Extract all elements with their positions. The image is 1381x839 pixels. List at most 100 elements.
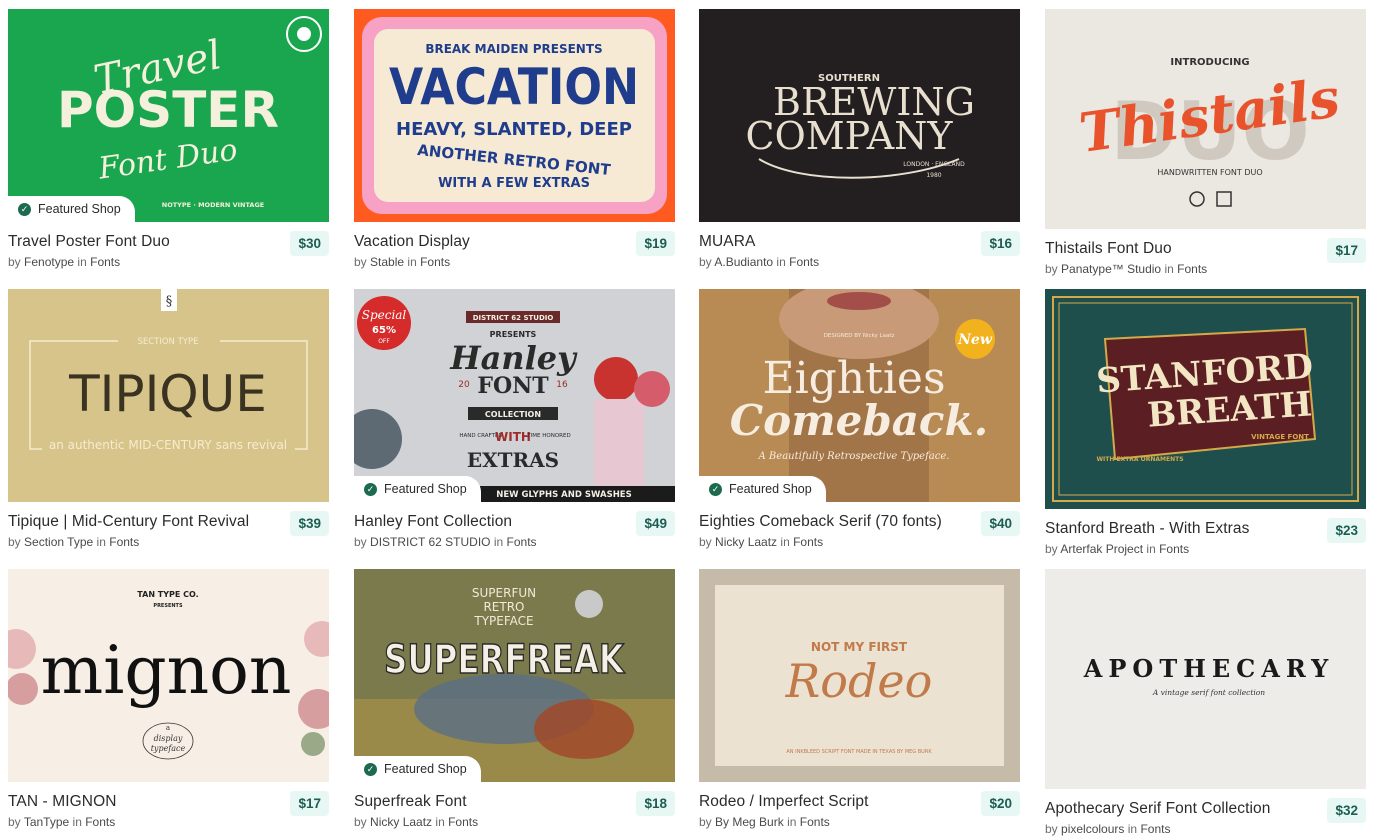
- svg-text:NOT MY FIRST: NOT MY FIRST: [811, 640, 908, 654]
- product-title[interactable]: Travel Poster Font Duo: [8, 233, 170, 251]
- category-link[interactable]: Fonts: [789, 255, 819, 269]
- svg-text:RETRO: RETRO: [483, 600, 524, 614]
- product-thumbnail[interactable]: APOTHECARY A vintage serif font collecti…: [1045, 569, 1366, 789]
- author-link[interactable]: Nicky Laatz: [715, 535, 777, 549]
- muara-artwork: SOUTHERN BREWING COMPANY LONDON · ENGLAN…: [699, 9, 1020, 222]
- product-card[interactable]: NOT MY FIRST Rodeo AN INKBLEED SCRIPT FO…: [699, 569, 1020, 829]
- svg-text:OFF: OFF: [378, 338, 390, 345]
- author-link[interactable]: DISTRICT 62 STUDIO: [370, 535, 490, 549]
- category-link[interactable]: Fonts: [1140, 822, 1170, 836]
- product-byline: by TanType in Fonts: [8, 815, 116, 829]
- hanley-artwork: Special 65% OFF DISTRICT 62 STUDIO PRESE…: [354, 289, 675, 502]
- featured-shop-badge: ✓ Featured Shop: [699, 476, 826, 502]
- product-thumbnail[interactable]: DUO INTRODUCING Thistails HANDWRITTEN FO…: [1045, 9, 1366, 229]
- category-link[interactable]: Fonts: [90, 255, 120, 269]
- author-link[interactable]: By Meg Burk: [715, 815, 784, 829]
- product-byline: by A.Budianto in Fonts: [699, 255, 820, 269]
- price-tag: $49: [636, 511, 675, 536]
- svg-text:AN INKBLEED SCRIPT FONT MADE I: AN INKBLEED SCRIPT FONT MADE IN TEXAS BY…: [786, 749, 932, 755]
- product-thumbnail[interactable]: § SECTION TYPE TIPIQUE an authentic MID-…: [8, 289, 329, 502]
- product-thumbnail[interactable]: STANFORD BREATH VINTAGE FONT WITH EXTRA …: [1045, 289, 1366, 509]
- svg-text:VACATION: VACATION: [389, 58, 639, 116]
- category-link[interactable]: Fonts: [793, 535, 823, 549]
- product-byline: by By Meg Burk in Fonts: [699, 815, 830, 829]
- author-link[interactable]: Arterfak Project: [1060, 542, 1143, 556]
- product-card[interactable]: APOTHECARY A vintage serif font collecti…: [1045, 569, 1366, 836]
- product-card[interactable]: STANFORD BREATH VINTAGE FONT WITH EXTRA …: [1045, 289, 1366, 556]
- product-title[interactable]: Stanford Breath - With Extras: [1045, 520, 1249, 538]
- product-title[interactable]: Hanley Font Collection: [354, 513, 512, 531]
- product-thumbnail[interactable]: Special 65% OFF DISTRICT 62 STUDIO PRESE…: [354, 289, 675, 502]
- product-thumbnail[interactable]: NOT MY FIRST Rodeo AN INKBLEED SCRIPT FO…: [699, 569, 1020, 782]
- product-card[interactable]: Travel POSTER Font Duo NOTYPE · MODERN V…: [8, 9, 329, 269]
- product-title[interactable]: Tipique | Mid-Century Font Revival: [8, 513, 249, 531]
- product-byline: by Section Type in Fonts: [8, 535, 140, 549]
- author-link[interactable]: A.Budianto: [714, 255, 773, 269]
- product-title[interactable]: MUARA: [699, 233, 755, 251]
- product-card[interactable]: SUPERFUN RETRO TYPEFACE SUPERFREAK ✓ Feat…: [354, 569, 675, 829]
- product-thumbnail[interactable]: TAN TYPE CO. PRESENTS mignon a display t…: [8, 569, 329, 782]
- product-card[interactable]: SOUTHERN BREWING COMPANY LONDON · ENGLAN…: [699, 9, 1020, 269]
- product-byline: by Nicky Laatz in Fonts: [699, 535, 824, 549]
- product-title[interactable]: Vacation Display: [354, 233, 470, 251]
- svg-text:TIPIQUE: TIPIQUE: [68, 365, 267, 423]
- price-tag: $19: [636, 231, 675, 256]
- price-tag: $17: [1327, 238, 1366, 263]
- product-title[interactable]: Apothecary Serif Font Collection: [1045, 800, 1270, 818]
- product-byline: by Arterfak Project in Fonts: [1045, 542, 1190, 556]
- category-link[interactable]: Fonts: [1159, 542, 1189, 556]
- svg-text:New: New: [957, 332, 993, 348]
- product-title[interactable]: Thistails Font Duo: [1045, 240, 1172, 258]
- product-title[interactable]: Eighties Comeback Serif (70 fonts): [699, 513, 942, 531]
- product-title[interactable]: Rodeo / Imperfect Script: [699, 793, 869, 811]
- svg-text:typeface: typeface: [151, 744, 186, 753]
- product-card[interactable]: DESIGNED BY Nicky Laatz New Eighties Com…: [699, 289, 1020, 549]
- product-card[interactable]: § SECTION TYPE TIPIQUE an authentic MID-…: [8, 289, 329, 549]
- price-tag: $23: [1327, 518, 1366, 543]
- product-card[interactable]: Special 65% OFF DISTRICT 62 STUDIO PRESE…: [354, 289, 675, 549]
- svg-text:LONDON · ENGLAND: LONDON · ENGLAND: [903, 161, 965, 168]
- svg-text:16: 16: [556, 380, 568, 390]
- author-link[interactable]: Nicky Laatz: [370, 815, 432, 829]
- product-thumbnail[interactable]: BREAK MAIDEN PRESENTS VACATION HEAVY, SL…: [354, 9, 675, 222]
- category-link[interactable]: Fonts: [85, 815, 115, 829]
- category-link[interactable]: Fonts: [1177, 262, 1207, 276]
- product-title[interactable]: Superfreak Font: [354, 793, 467, 811]
- svg-text:SUPERFUN: SUPERFUN: [472, 586, 536, 600]
- category-link[interactable]: Fonts: [507, 535, 537, 549]
- eighties-comeback-artwork: DESIGNED BY Nicky Laatz New Eighties Com…: [699, 289, 1020, 502]
- price-tag: $32: [1327, 798, 1366, 823]
- product-thumbnail[interactable]: Travel POSTER Font Duo NOTYPE · MODERN V…: [8, 9, 329, 222]
- svg-text:Special: Special: [362, 308, 407, 322]
- category-link[interactable]: Fonts: [109, 535, 139, 549]
- product-thumbnail[interactable]: SOUTHERN BREWING COMPANY LONDON · ENGLAN…: [699, 9, 1020, 222]
- featured-shop-badge: ✓ Featured Shop: [354, 476, 481, 502]
- product-card[interactable]: DUO INTRODUCING Thistails HANDWRITTEN FO…: [1045, 9, 1366, 276]
- vacation-artwork: BREAK MAIDEN PRESENTS VACATION HEAVY, SL…: [354, 9, 675, 222]
- author-link[interactable]: Stable: [370, 255, 404, 269]
- mignon-artwork: TAN TYPE CO. PRESENTS mignon a display t…: [8, 569, 329, 782]
- author-link[interactable]: pixelcolours: [1061, 822, 1124, 836]
- verified-check-icon: ✓: [364, 762, 377, 776]
- category-link[interactable]: Fonts: [420, 255, 450, 269]
- product-thumbnail[interactable]: SUPERFUN RETRO TYPEFACE SUPERFREAK ✓ Feat…: [354, 569, 675, 782]
- price-tag: $40: [981, 511, 1020, 536]
- product-card[interactable]: BREAK MAIDEN PRESENTS VACATION HEAVY, SL…: [354, 9, 675, 269]
- product-byline: by Fenotype in Fonts: [8, 255, 121, 269]
- author-link[interactable]: Section Type: [24, 535, 93, 549]
- product-card[interactable]: TAN TYPE CO. PRESENTS mignon a display t…: [8, 569, 329, 829]
- svg-text:TAN TYPE CO.: TAN TYPE CO.: [137, 590, 198, 599]
- product-thumbnail[interactable]: DESIGNED BY Nicky Laatz New Eighties Com…: [699, 289, 1020, 502]
- author-link[interactable]: Fenotype: [24, 255, 74, 269]
- product-title[interactable]: TAN - MIGNON: [8, 793, 117, 811]
- superfreak-artwork: SUPERFUN RETRO TYPEFACE SUPERFREAK: [354, 569, 675, 782]
- verified-check-icon: ✓: [364, 482, 377, 496]
- svg-text:Hanley: Hanley: [449, 339, 578, 377]
- author-link[interactable]: TanType: [24, 815, 69, 829]
- svg-text:HEAVY, SLANTED, DEEP: HEAVY, SLANTED, DEEP: [396, 119, 632, 140]
- author-link[interactable]: Panatype™ Studio: [1061, 262, 1161, 276]
- svg-text:1980: 1980: [926, 172, 941, 179]
- svg-text:COMPANY: COMPANY: [746, 114, 954, 158]
- category-link[interactable]: Fonts: [800, 815, 830, 829]
- category-link[interactable]: Fonts: [448, 815, 478, 829]
